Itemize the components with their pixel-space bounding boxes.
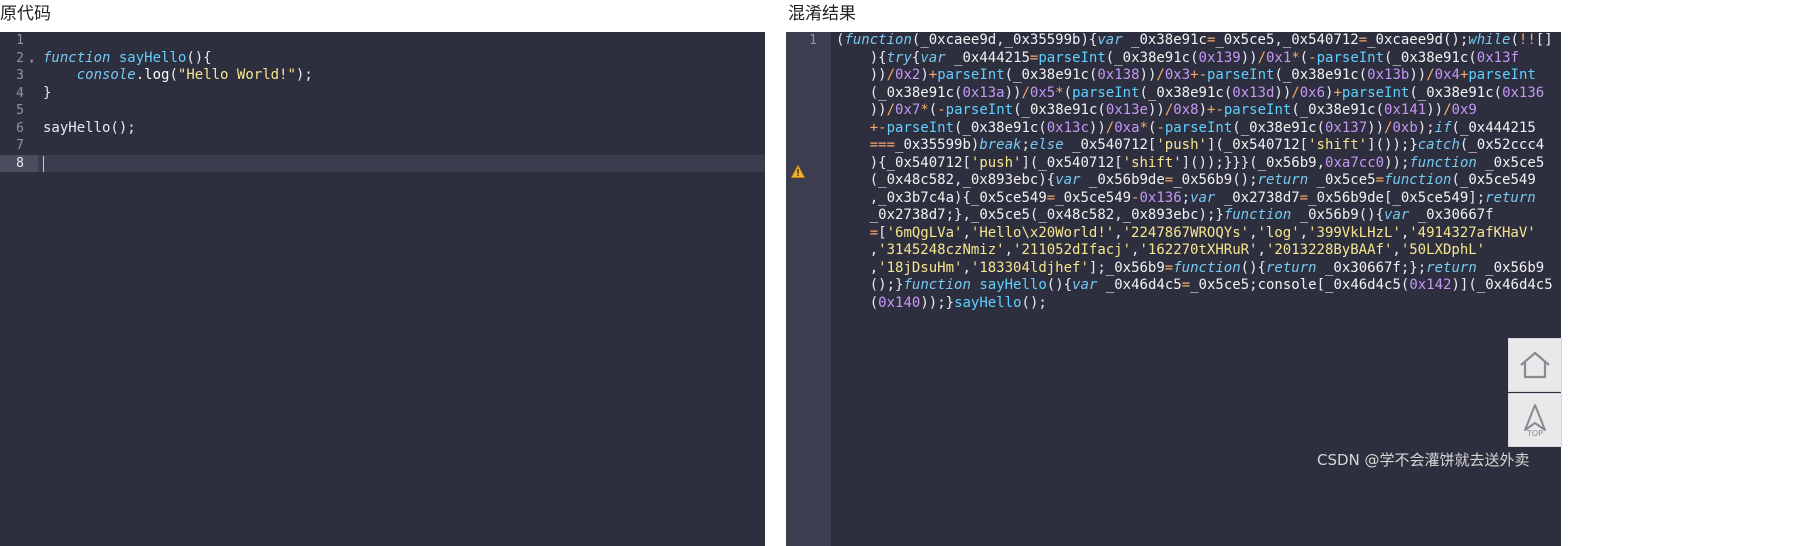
method-name: log <box>144 67 170 83</box>
obfuscated-code-line: ();}function sayHello(){var _0x46d4c5=_0… <box>869 277 1553 293</box>
obfuscated-code-line: ===_0x35599b)break;else _0x540712['push'… <box>869 137 1545 153</box>
source-code-title: 原代码 <box>0 4 51 24</box>
punctuation: . <box>135 67 145 83</box>
obfuscated-code-line: (0x140));}sayHello(); <box>869 294 1047 311</box>
back-to-top-button[interactable]: TOP <box>1508 393 1562 447</box>
obfuscated-code-line: ))/0x7*(-parseInt(_0x38e91c(0x13e))/0x8)… <box>869 102 1477 118</box>
punctuation: (){ <box>186 49 212 66</box>
back-to-top-label: TOP <box>1526 428 1543 438</box>
line-number: 6 <box>16 120 24 136</box>
line-number: 4 <box>16 85 24 101</box>
home-button[interactable] <box>1508 338 1562 392</box>
obfuscated-code-line: +-parseInt(_0x38e91c(0x13c))/0xa*(-parse… <box>869 119 1536 136</box>
obfuscated-code-line: ){try{var _0x444215=parseInt(_0x38e91c(0… <box>869 49 1519 66</box>
obfuscated-code-line: ,'3145248czNmiz','211052dIfacj','162270t… <box>869 242 1486 258</box>
obfuscated-code-line: _0x2738d7;},_0x5ce5(_0x48c582,_0x893ebc)… <box>869 207 1494 223</box>
code-line-4: } <box>43 84 52 101</box>
obfuscated-code-line: ,'18jDsuHm','183304ldjhef'];_0x56b9=func… <box>869 259 1545 276</box>
line-number: 1 <box>809 33 817 48</box>
console-object: console <box>76 67 136 83</box>
warning-triangle-icon[interactable] <box>791 165 805 178</box>
line-number-gutter: 1 2 3 4 5 6 7 8 <box>0 32 38 546</box>
obfuscated-code-line: =['6mQgLVa','Hello\x20World!','2247867WR… <box>869 224 1536 241</box>
code-line-6: sayHello(); <box>43 119 136 136</box>
obfuscated-code-line: (_0x38e91c(0x13a))/0x5*(parseInt(_0x38e9… <box>869 84 1545 101</box>
line-number-active: 8 <box>16 155 24 171</box>
keyword-function: function <box>43 49 111 66</box>
obfuscated-result-title: 混淆结果 <box>788 4 856 24</box>
punctuation: ); <box>295 67 313 83</box>
source-code-editor[interactable]: 1 2 3 4 5 6 7 8 ▾ function sayHello(){ c… <box>0 32 765 546</box>
text-cursor <box>43 155 44 172</box>
line-number-gutter: 1 <box>786 32 831 546</box>
obfuscated-code-line: ){_0x540712['push'](_0x540712['shift']()… <box>869 154 1545 171</box>
line-number: 7 <box>16 138 24 153</box>
line-number: 1 <box>16 33 24 48</box>
punctuation: ( <box>169 67 178 83</box>
csdn-watermark: CSDN @学不会灌饼就去送外卖 <box>1317 451 1530 469</box>
line-number: 2 <box>16 50 24 66</box>
fold-arrow-icon[interactable]: ▾ <box>29 57 34 67</box>
obfuscated-code-line: (_0x48c582,_0x893ebc){var _0x56b9de=_0x5… <box>869 172 1536 188</box>
active-line-highlight <box>0 154 765 172</box>
string-literal: "Hello World!" <box>177 67 296 83</box>
line-number: 5 <box>16 103 24 118</box>
function-name: sayHello <box>118 49 187 66</box>
obfuscated-code-line: ))/0x2)+parseInt(_0x38e91c(0x138))/0x3+-… <box>869 67 1536 83</box>
obfuscated-code-line: (function(_0xcaee9d,_0x35599b){var _0x38… <box>836 32 1553 48</box>
home-icon <box>1520 351 1550 379</box>
obfuscated-code-line: ,_0x3b7c4a){_0x5ce549=_0x5ce549-0x136;va… <box>869 189 1536 206</box>
code-line-3: console.log("Hello World!"); <box>43 67 313 85</box>
code-line-2: function sayHello(){ <box>43 50 212 68</box>
line-number: 3 <box>16 68 24 83</box>
